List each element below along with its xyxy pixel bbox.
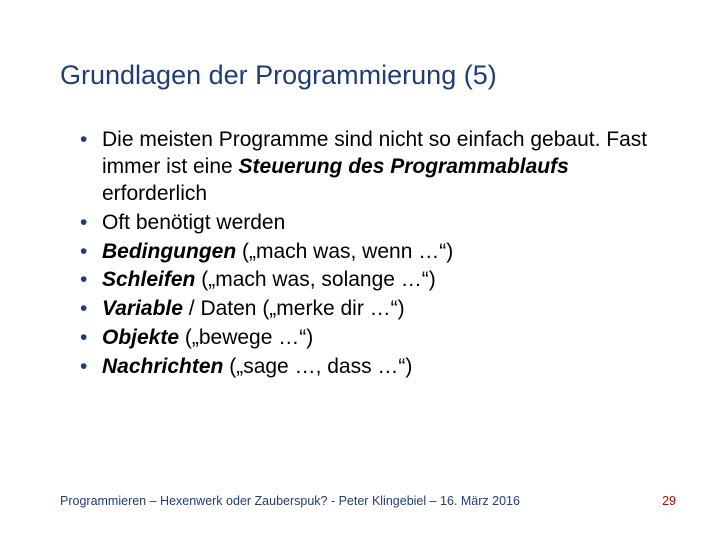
slide-title: Grundlagen der Programmierung (5) xyxy=(60,60,660,91)
bullet-text-post: („mach was, solange …“) xyxy=(195,268,435,291)
list-item: Objekte („bewege …“) xyxy=(84,325,660,352)
bullet-text-bold: Schleifen xyxy=(102,268,195,291)
list-item: Variable / Daten („merke dir …“) xyxy=(84,296,660,323)
bullet-list: Die meisten Programme sind nicht so einf… xyxy=(60,127,660,381)
list-item: Bedingungen („mach was, wenn …“) xyxy=(84,239,660,266)
bullet-text-bold: Variable xyxy=(102,297,183,320)
bullet-text-post: / Daten („merke dir …“) xyxy=(183,297,405,320)
bullet-text-bold: Steuerung des Programmablaufs xyxy=(239,155,569,178)
page-number: 29 xyxy=(662,494,676,508)
bullet-text-post: („sage …, dass …“) xyxy=(223,355,412,378)
bullet-text-bold: Bedingungen xyxy=(102,240,236,263)
bullet-text-pre: Oft benötigt werden xyxy=(102,211,285,234)
bullet-text-bold: Objekte xyxy=(102,326,179,349)
list-item: Schleifen („mach was, solange …“) xyxy=(84,267,660,294)
list-item: Nachrichten („sage …, dass …“) xyxy=(84,354,660,381)
bullet-text-post: („mach was, wenn …“) xyxy=(236,240,453,263)
footer: Programmieren – Hexenwerk oder Zauberspu… xyxy=(60,494,676,508)
bullet-text-bold: Nachrichten xyxy=(102,355,223,378)
slide: Grundlagen der Programmierung (5) Die me… xyxy=(0,0,720,381)
list-item: Die meisten Programme sind nicht so einf… xyxy=(84,127,660,208)
bullet-text-post: erforderlich xyxy=(102,182,207,205)
bullet-text-post: („bewege …“) xyxy=(179,326,313,349)
footer-text: Programmieren – Hexenwerk oder Zauberspu… xyxy=(60,494,520,508)
list-item: Oft benötigt werden xyxy=(84,210,660,237)
